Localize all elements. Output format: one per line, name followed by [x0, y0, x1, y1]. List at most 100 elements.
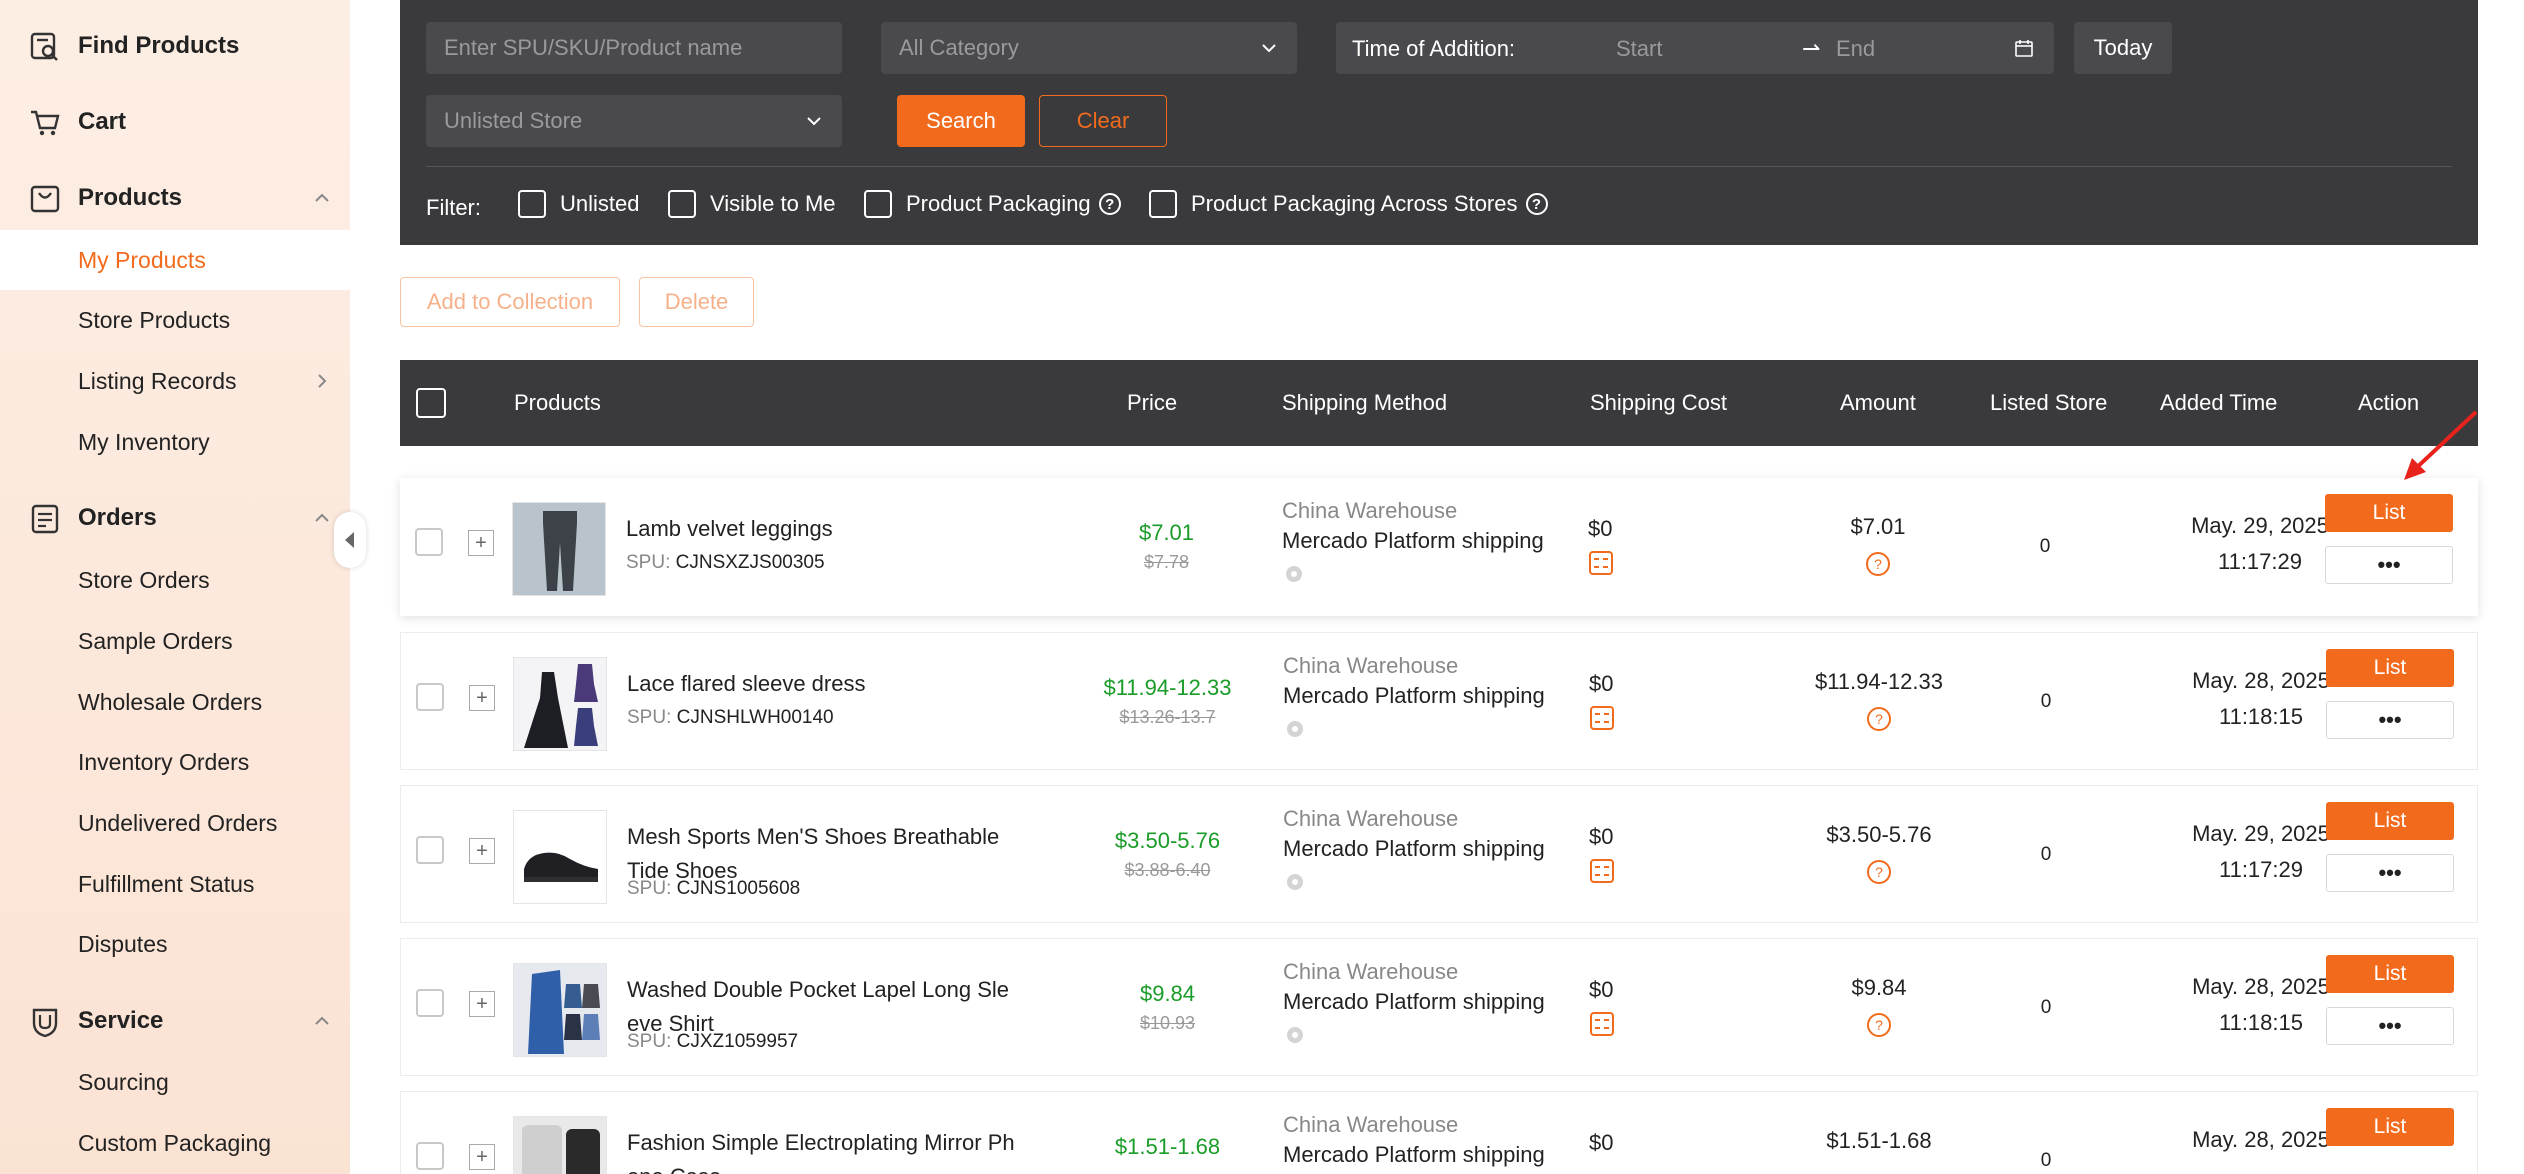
help-icon[interactable]: ? [1525, 193, 1548, 215]
svg-text:?: ? [1874, 556, 1882, 572]
amount: $1.51-1.68 [1826, 1128, 1932, 1153]
sidebar-item-store-products[interactable]: Store Products [0, 290, 350, 350]
sidebar-item-store-orders[interactable]: Store Orders [0, 550, 350, 610]
sidebar-item-sourcing[interactable]: Sourcing [0, 1052, 350, 1112]
amount: $9.84 [1851, 975, 1907, 1000]
filter-divider [426, 166, 2452, 167]
expand-icon[interactable]: + [469, 1144, 495, 1170]
sidebar-item-disputes[interactable]: Disputes [0, 914, 350, 974]
time-start-input[interactable]: Start [1616, 36, 1662, 62]
sidebar-item-listing-records[interactable]: Listing Records [0, 351, 350, 411]
sidebar-item-inventory-orders[interactable]: Inventory Orders [0, 732, 350, 792]
filter-unlisted-checkbox[interactable]: Unlisted [518, 190, 639, 218]
checkbox-box[interactable] [864, 190, 892, 218]
sidebar-item-undelivered-orders[interactable]: Undelivered Orders [0, 793, 350, 853]
today-button[interactable]: Today [2074, 22, 2172, 74]
expand-icon[interactable]: + [468, 530, 494, 556]
calculator-icon[interactable] [1589, 858, 1615, 884]
sidebar-group-cart[interactable]: Cart [0, 92, 350, 152]
time-end-input[interactable]: End [1836, 36, 1875, 62]
more-button[interactable]: ••• [2326, 701, 2454, 739]
list-button[interactable]: List [2326, 649, 2454, 687]
sidebar-item-label: Listing Records [78, 367, 237, 394]
help-icon[interactable]: ? [1098, 193, 1121, 215]
sidebar-item-label: Wholesale Orders [78, 688, 263, 715]
search-input[interactable]: Enter SPU/SKU/Product name [426, 22, 842, 74]
sidebar-item-custom-packaging[interactable]: Custom Packaging [0, 1113, 350, 1173]
category-select[interactable]: All Category [881, 22, 1297, 74]
list-button[interactable]: List [2326, 802, 2454, 840]
select-all-checkbox[interactable] [416, 388, 446, 418]
gear-icon[interactable] [1283, 870, 1307, 894]
help-circle-icon[interactable]: ? [1865, 705, 1893, 733]
more-button[interactable]: ••• [2326, 1007, 2454, 1045]
checkbox-box[interactable] [518, 190, 546, 218]
product-thumbnail[interactable] [513, 657, 607, 751]
sidebar-group-find-products[interactable]: Find Products [0, 16, 350, 76]
calculator-icon[interactable] [1589, 705, 1615, 731]
gear-icon[interactable] [1283, 717, 1307, 741]
expand-icon[interactable]: + [469, 838, 495, 864]
row-checkbox[interactable] [416, 683, 444, 711]
arrow-right-icon: ⇀ [1802, 36, 1821, 61]
delete-button[interactable]: Delete [639, 277, 754, 327]
product-thumbnail[interactable] [513, 810, 607, 904]
row-checkbox[interactable] [416, 989, 444, 1017]
help-circle-icon[interactable]: ? [1865, 1011, 1893, 1039]
filter-packaging-label: Product Packaging [906, 191, 1091, 216]
sidebar: Find Products Cart Products My Products … [0, 0, 350, 1174]
sidebar-collapse-handle[interactable] [334, 512, 366, 568]
sidebar-item-wholesale-orders[interactable]: Wholesale Orders [0, 672, 350, 732]
row-checkbox[interactable] [415, 528, 443, 556]
list-button[interactable]: List [2326, 1108, 2454, 1146]
product-name[interactable]: Lamb velvet leggings [626, 512, 1046, 546]
gear-icon[interactable] [1283, 1023, 1307, 1047]
calculator-icon[interactable] [1589, 1011, 1615, 1037]
sidebar-group-products[interactable]: Products [0, 168, 350, 228]
more-button[interactable]: ••• [2326, 854, 2454, 892]
filter-visible-checkbox[interactable]: Visible to Me [668, 190, 836, 218]
sidebar-item-sample-orders[interactable]: Sample Orders [0, 611, 350, 671]
help-circle-icon[interactable]: ? [1864, 550, 1892, 578]
time-range-picker[interactable]: Time of Addition: Start ⇀ End [1336, 22, 2054, 74]
original-price: $7.78 [1143, 552, 1190, 572]
sidebar-label-orders: Orders [78, 504, 157, 531]
sidebar-item-my-inventory[interactable]: My Inventory [0, 412, 350, 472]
checkbox-box[interactable] [1149, 190, 1177, 218]
product-name[interactable]: Lace flared sleeve dress [627, 667, 1047, 701]
filter-packaging-checkbox[interactable]: Product Packaging ? [864, 190, 1121, 218]
filter-packaging-stores-checkbox[interactable]: Product Packaging Across Stores ? [1149, 190, 1548, 218]
product-spu: SPU: CJXZ1059957 [627, 1031, 798, 1053]
product-thumbnail[interactable] [512, 502, 606, 596]
svg-text:?: ? [1875, 711, 1883, 727]
product-name-line: Mesh Sports Men'S Shoes Breathable [627, 824, 1000, 849]
row-checkbox[interactable] [416, 1142, 444, 1170]
spu-value: CJNSHLWH00140 [676, 707, 834, 728]
sidebar-group-service[interactable]: Service [0, 991, 350, 1051]
list-button[interactable]: List [2325, 494, 2453, 532]
col-added-time: Added Time [2160, 390, 2278, 415]
more-button[interactable]: ••• [2325, 546, 2453, 584]
checkbox-box[interactable] [668, 190, 696, 218]
store-select[interactable]: Unlisted Store [426, 95, 842, 147]
product-name[interactable]: Fashion Simple Electroplating Mirror Ph o… [627, 1126, 1047, 1174]
sidebar-group-orders[interactable]: Orders [0, 488, 350, 548]
gear-icon[interactable] [1282, 562, 1306, 586]
warehouse: China Warehouse [1283, 959, 1459, 984]
spu-value: CJXZ1059957 [676, 1031, 799, 1052]
help-circle-icon[interactable]: ? [1865, 858, 1893, 886]
expand-icon[interactable]: + [469, 685, 495, 711]
clear-button[interactable]: Clear [1039, 95, 1167, 147]
calculator-icon[interactable] [1588, 550, 1614, 576]
add-to-collection-button[interactable]: Add to Collection [400, 277, 620, 327]
sidebar-item-my-products[interactable]: My Products [0, 230, 350, 290]
expand-icon[interactable]: + [469, 991, 495, 1017]
row-checkbox[interactable] [416, 836, 444, 864]
search-button[interactable]: Search [897, 95, 1025, 147]
sidebar-item-fulfillment-status[interactable]: Fulfillment Status [0, 854, 350, 914]
time-label: Time of Addition: [1352, 36, 1516, 61]
product-thumbnail[interactable] [513, 1116, 607, 1174]
product-thumbnail[interactable] [513, 963, 607, 1057]
list-button[interactable]: List [2326, 955, 2454, 993]
calendar-icon[interactable] [2014, 38, 2034, 58]
